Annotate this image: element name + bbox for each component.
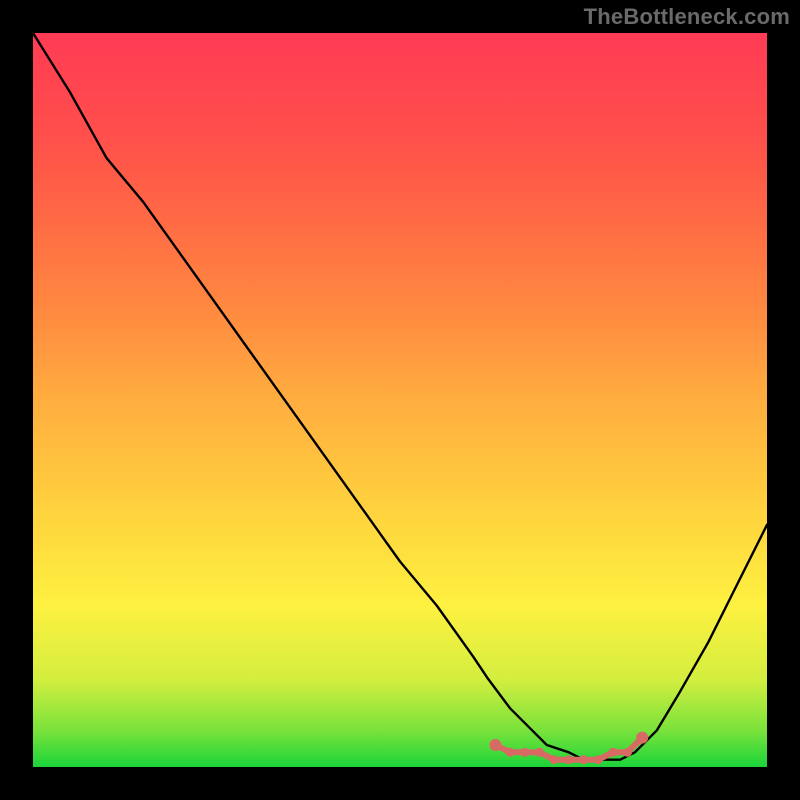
- highlight-marker: [489, 739, 501, 751]
- highlight-marker: [520, 748, 529, 757]
- highlight-marker: [550, 755, 559, 764]
- highlight-marker: [506, 748, 515, 757]
- highlight-marker: [636, 732, 648, 744]
- chart-frame: TheBottleneck.com: [0, 0, 800, 800]
- curve-svg: [33, 33, 767, 767]
- bottleneck-highlight-markers: [489, 732, 648, 765]
- highlight-marker: [623, 748, 632, 757]
- plot-area: [33, 33, 767, 767]
- highlight-marker: [535, 748, 544, 757]
- highlight-marker: [564, 755, 573, 764]
- watermark-text: TheBottleneck.com: [584, 4, 790, 30]
- highlight-marker: [579, 755, 588, 764]
- highlight-marker: [608, 748, 617, 757]
- highlight-marker: [594, 755, 603, 764]
- bottleneck-curve: [33, 33, 767, 760]
